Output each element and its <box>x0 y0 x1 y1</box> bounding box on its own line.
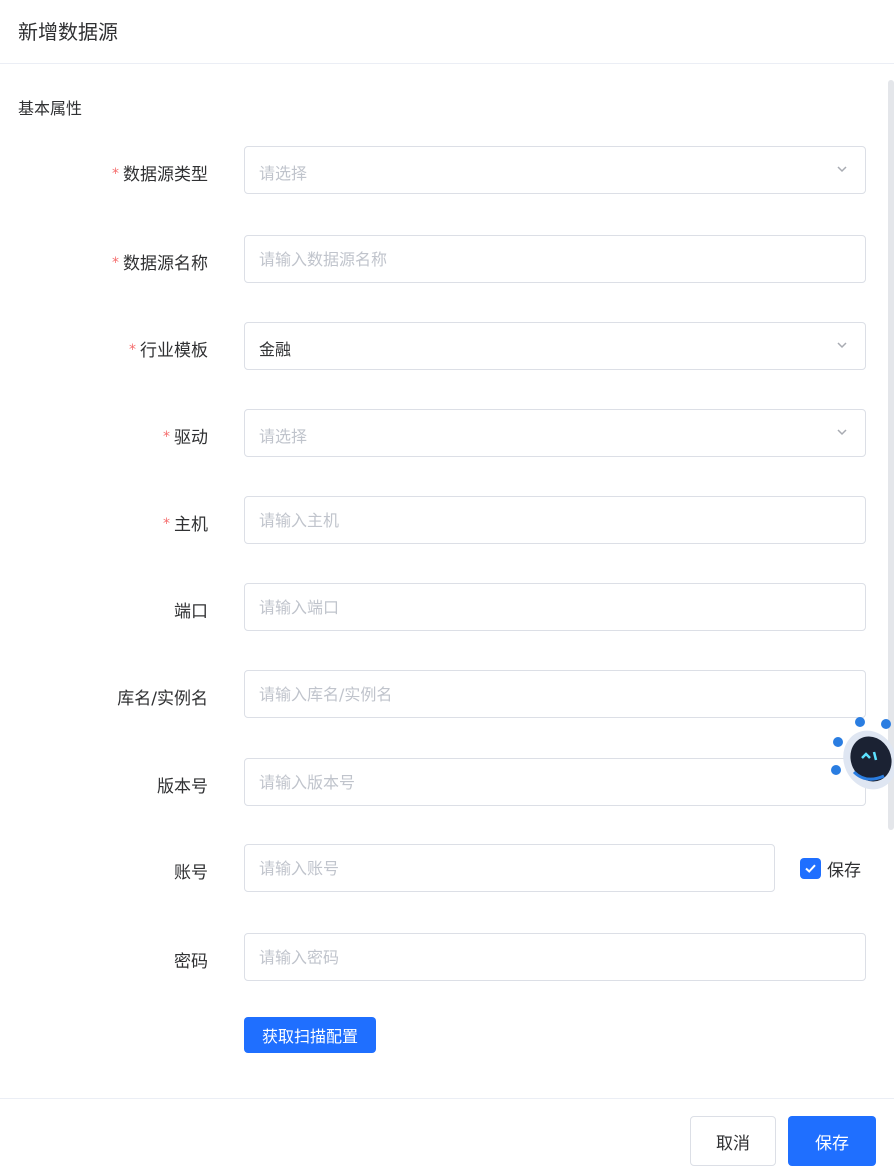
driver-select[interactable]: 请选择 <box>244 409 866 457</box>
required-mark: * <box>163 429 170 445</box>
form-label-version: 版本号 <box>157 777 208 797</box>
form-label-name: * 数据源名称 <box>112 249 208 274</box>
select-placeholder: 请选择 <box>259 164 308 183</box>
form-row-account: 账号 保存 <box>0 844 894 894</box>
chevron-down-icon <box>837 166 847 173</box>
account-input[interactable] <box>245 845 774 891</box>
form-label-driver: * 驱动 <box>163 423 208 448</box>
form-row-port: 端口 <box>0 583 894 633</box>
form-row-type: * 数据源类型 请选择 <box>0 146 894 196</box>
form-row-driver: * 驱动 请选择 <box>0 409 894 459</box>
password-input[interactable] <box>245 934 865 980</box>
select-placeholder: 请选择 <box>259 427 308 446</box>
form-label-text: 驱动 <box>174 428 208 448</box>
form-row-db: 库名/实例名 <box>0 670 894 720</box>
form-label-text: 数据源名称 <box>123 254 208 274</box>
check-icon <box>805 864 816 873</box>
form-label-port: 端口 <box>174 602 208 622</box>
section-title-basic: 基本属性 <box>18 99 83 118</box>
save-account-label: 保存 <box>827 860 861 881</box>
required-mark: * <box>163 516 170 532</box>
required-mark: * <box>129 342 136 358</box>
cancel-button[interactable]: 取消 <box>690 1116 776 1166</box>
save-button[interactable]: 保存 <box>788 1116 876 1166</box>
account-field <box>244 844 775 892</box>
form-label-account: 账号 <box>174 863 208 883</box>
host-input[interactable] <box>245 497 865 543</box>
industry-template-select[interactable]: 金融 <box>244 322 866 370</box>
form-label-type: * 数据源类型 <box>112 160 208 185</box>
form-row-host: * 主机 <box>0 496 894 546</box>
ai-robot-icon[interactable] <box>826 712 894 798</box>
db-field <box>244 670 866 718</box>
dialog-header: 新增数据源 <box>0 0 894 64</box>
form-label-industry: * 行业模板 <box>129 336 208 361</box>
form-row-name: * 数据源名称 <box>0 235 894 285</box>
checkbox-checked[interactable] <box>800 857 821 879</box>
form-label-db: 库名/实例名 <box>117 689 208 709</box>
save-account-checkbox[interactable]: 保存 <box>800 856 861 881</box>
dialog-title: 新增数据源 <box>18 20 118 44</box>
datasource-name-input[interactable] <box>245 236 865 282</box>
chevron-down-icon <box>837 429 847 436</box>
required-mark: * <box>112 166 119 182</box>
required-mark: * <box>112 255 119 271</box>
datasource-type-select[interactable]: 请选择 <box>244 146 866 194</box>
host-field <box>244 496 866 544</box>
form-label-text: 行业模板 <box>140 341 208 361</box>
form-label-password: 密码 <box>174 952 208 972</box>
form-label-text: 主机 <box>174 515 208 535</box>
form-row-password: 密码 <box>0 933 894 983</box>
password-field <box>244 933 866 981</box>
chevron-down-icon <box>837 342 847 349</box>
version-field <box>244 758 866 806</box>
db-name-input[interactable] <box>245 671 865 717</box>
port-input[interactable] <box>245 584 865 630</box>
form-label-host: * 主机 <box>163 510 208 535</box>
form-label-text: 数据源类型 <box>123 165 208 185</box>
form-row-version: 版本号 <box>0 758 894 808</box>
version-input[interactable] <box>245 759 865 805</box>
datasource-name-field <box>244 235 866 283</box>
form-row-industry: * 行业模板 金融 <box>0 322 894 372</box>
select-value: 金融 <box>259 340 292 359</box>
dialog-footer: 取消 保存 <box>0 1098 894 1174</box>
port-field <box>244 583 866 631</box>
get-scan-config-button[interactable]: 获取扫描配置 <box>244 1017 376 1053</box>
